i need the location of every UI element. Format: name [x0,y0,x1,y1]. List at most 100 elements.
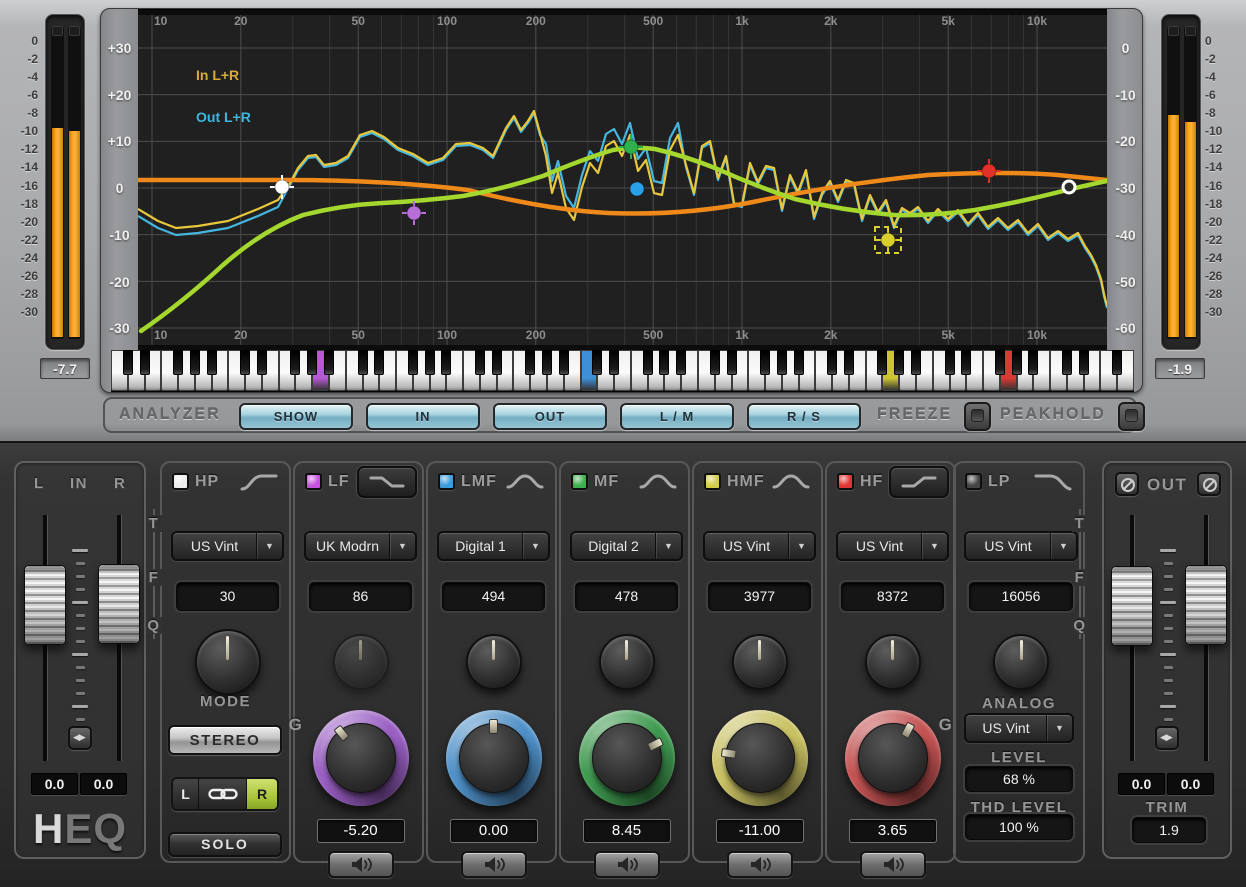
band-led-hmf[interactable] [704,473,721,490]
out-gain-right-value[interactable]: 0.0 [1167,773,1214,795]
trim-value[interactable]: 1.9 [1132,817,1206,843]
black-key[interactable] [358,350,368,375]
black-key[interactable] [877,350,887,375]
mute-button-hf[interactable] [860,851,926,878]
band-marker-hmf[interactable] [875,227,901,253]
gain-value-lf[interactable]: -5.20 [317,819,405,843]
piano-keyboard[interactable] [111,350,1134,392]
analog-thd-value[interactable]: 100 % [965,814,1073,840]
filter-shape-button-hf[interactable] [889,466,949,498]
filter-shape-button-lf[interactable] [357,466,417,498]
freq-value-lp[interactable]: 16056 [969,582,1073,611]
freq-value-hmf[interactable]: 3977 [708,582,811,611]
black-key[interactable] [542,350,552,375]
gain-knob-mf[interactable] [579,710,675,806]
q-knob-hmf[interactable] [732,634,788,690]
filter-type-dropdown-mf[interactable]: Digital 2▼ [570,531,683,561]
black-key[interactable] [727,350,737,375]
band-led-lmf[interactable] [438,473,455,490]
in-fader-right[interactable] [98,564,140,644]
band-led-mf[interactable] [571,473,588,490]
gain-knob-lf[interactable] [313,710,409,806]
in-gain-right-value[interactable]: 0.0 [80,773,127,795]
freeze-checkbox[interactable] [964,402,991,431]
solo-button[interactable]: SOLO [168,832,282,857]
in-gain-left-value[interactable]: 0.0 [31,773,78,795]
black-key[interactable] [425,350,435,375]
filter-type-dropdown-hp[interactable]: US Vint▼ [171,531,284,561]
black-key[interactable] [307,350,317,375]
in-fader-link-button[interactable]: ◀▶ [68,726,92,750]
black-key[interactable] [676,350,686,375]
gain-value-mf[interactable]: 8.45 [583,819,671,843]
black-key[interactable] [290,350,300,375]
input-clip-led-right[interactable] [69,26,80,36]
mute-button-mf[interactable] [594,851,660,878]
filter-type-dropdown-hmf[interactable]: US Vint▼ [703,531,816,561]
gain-knob-lmf[interactable] [446,710,542,806]
black-key[interactable] [1028,350,1038,375]
stereo-mode-button[interactable]: STEREO [168,725,282,755]
eq-curve-display[interactable]: 1010202050501001002002005005001k1k2k2k5k… [138,15,1107,345]
mute-button-lf[interactable] [328,851,394,878]
band-led-lp[interactable] [965,473,982,490]
black-key[interactable] [525,350,535,375]
freq-value-lf[interactable]: 86 [309,582,412,611]
black-key[interactable] [123,350,133,375]
black-key[interactable] [441,350,451,375]
band-marker-hf[interactable] [977,159,1001,183]
out-phase-right-button[interactable] [1197,472,1221,496]
black-key[interactable] [911,350,921,375]
freq-value-mf[interactable]: 478 [575,582,678,611]
black-key[interactable] [961,350,971,375]
q-knob-lf[interactable] [333,634,389,690]
in-fader-left[interactable] [24,565,66,645]
gain-value-lmf[interactable]: 0.00 [450,819,538,843]
black-key[interactable] [408,350,418,375]
q-knob-hf[interactable] [865,634,921,690]
input-clip-led-left[interactable] [52,26,63,36]
black-key[interactable] [659,350,669,375]
out-fader-left[interactable] [1111,566,1153,646]
freq-value-hp[interactable]: 30 [176,582,279,611]
band-marker-lp[interactable] [1063,181,1075,193]
black-key[interactable] [643,350,653,375]
band-marker-lmf[interactable] [630,182,644,196]
filter-type-dropdown-lp[interactable]: US Vint▼ [964,531,1078,561]
black-key[interactable] [1112,350,1122,375]
black-key[interactable] [475,350,485,375]
band-led-lf[interactable] [305,473,322,490]
channel-left-button[interactable]: L [173,779,199,809]
black-key[interactable] [240,350,250,375]
out-gain-left-value[interactable]: 0.0 [1118,773,1165,795]
black-key[interactable] [760,350,770,375]
black-key[interactable] [207,350,217,375]
analyzer-show-button[interactable]: SHOW [239,403,353,430]
analyzer-rs-button[interactable]: R / S [747,403,861,430]
black-key[interactable] [1079,350,1089,375]
filter-type-dropdown-lf[interactable]: UK Modrn▼ [304,531,417,561]
freq-value-hf[interactable]: 8372 [841,582,944,611]
out-fader-link-button[interactable]: ◀▶ [1155,726,1179,750]
black-key[interactable] [995,350,1005,375]
black-key[interactable] [492,350,502,375]
gain-knob-hmf[interactable] [712,710,808,806]
output-clip-led-left[interactable] [1168,26,1179,36]
out-phase-left-button[interactable] [1115,472,1139,496]
black-key[interactable] [190,350,200,375]
band-led-hp[interactable] [172,473,189,490]
freq-value-lmf[interactable]: 494 [442,582,545,611]
channel-link-button[interactable] [199,779,247,809]
black-key[interactable] [173,350,183,375]
channel-right-button[interactable]: R [247,779,277,809]
analog-level-value[interactable]: 68 % [965,766,1073,792]
q-knob-hp[interactable] [195,629,261,695]
q-knob-lp[interactable] [993,634,1049,690]
analyzer-out-button[interactable]: OUT [493,403,607,430]
gain-knob-hf[interactable] [845,710,941,806]
black-key[interactable] [1062,350,1072,375]
band-led-hf[interactable] [837,473,854,490]
mute-button-hmf[interactable] [727,851,793,878]
gain-value-hf[interactable]: 3.65 [849,819,937,843]
mute-button-lmf[interactable] [461,851,527,878]
